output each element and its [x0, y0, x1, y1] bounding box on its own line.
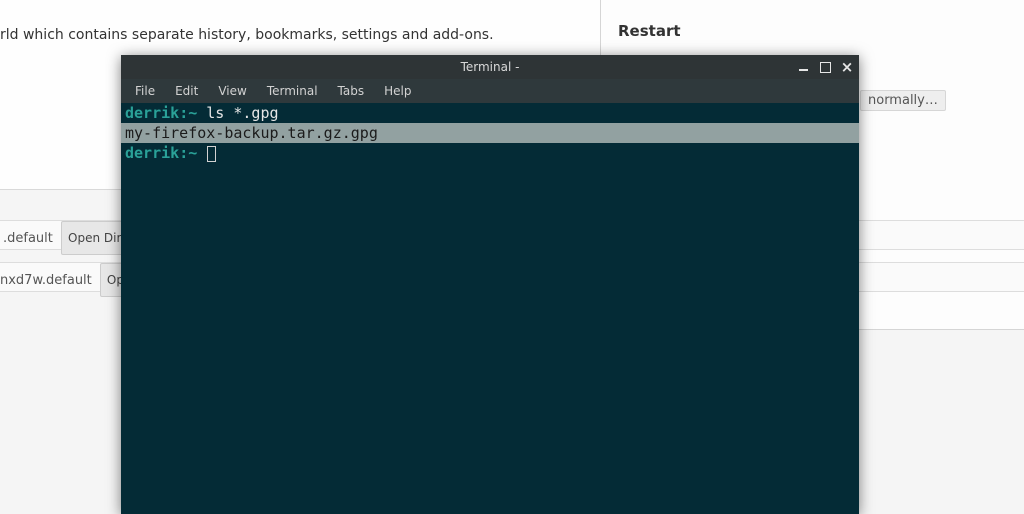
window-controls: ×	[795, 55, 855, 79]
terminal-window: Terminal - × File Edit View Terminal Tab…	[121, 55, 859, 514]
cursor-icon	[207, 146, 216, 162]
menubar: File Edit View Terminal Tabs Help	[121, 79, 859, 103]
menu-terminal[interactable]: Terminal	[259, 82, 326, 100]
maximize-icon[interactable]	[817, 60, 833, 74]
background-card-title: Restart	[618, 22, 681, 40]
prompt-sep: :	[179, 144, 188, 162]
terminal-body[interactable]: derrik:~ ls *.gpgmy-firefox-backup.tar.g…	[121, 103, 859, 514]
menu-help[interactable]: Help	[376, 82, 419, 100]
prompt-sep: :	[179, 104, 188, 122]
close-icon[interactable]: ×	[839, 60, 855, 74]
menu-tabs[interactable]: Tabs	[330, 82, 373, 100]
background-description-text: rld which contains separate history, boo…	[0, 27, 494, 43]
window-title: Terminal -	[461, 60, 520, 74]
profile-name: .default	[3, 231, 53, 246]
restart-normally-button[interactable]: normally…	[860, 90, 946, 111]
prompt-path: ~	[188, 144, 197, 162]
prompt-user: derrik	[125, 144, 179, 162]
menu-edit[interactable]: Edit	[167, 82, 206, 100]
window-titlebar[interactable]: Terminal - ×	[121, 55, 859, 79]
profile-name: nxd7w.default	[0, 273, 92, 288]
terminal-line: derrik:~	[121, 143, 859, 163]
menu-file[interactable]: File	[127, 82, 163, 100]
menu-view[interactable]: View	[210, 82, 254, 100]
command-text: ls *.gpg	[206, 104, 278, 122]
terminal-output-line: my-firefox-backup.tar.gz.gpg	[121, 123, 859, 143]
terminal-line: derrik:~ ls *.gpg	[121, 103, 859, 123]
prompt-path: ~	[188, 104, 197, 122]
minimize-icon[interactable]	[795, 60, 811, 74]
prompt-user: derrik	[125, 104, 179, 122]
